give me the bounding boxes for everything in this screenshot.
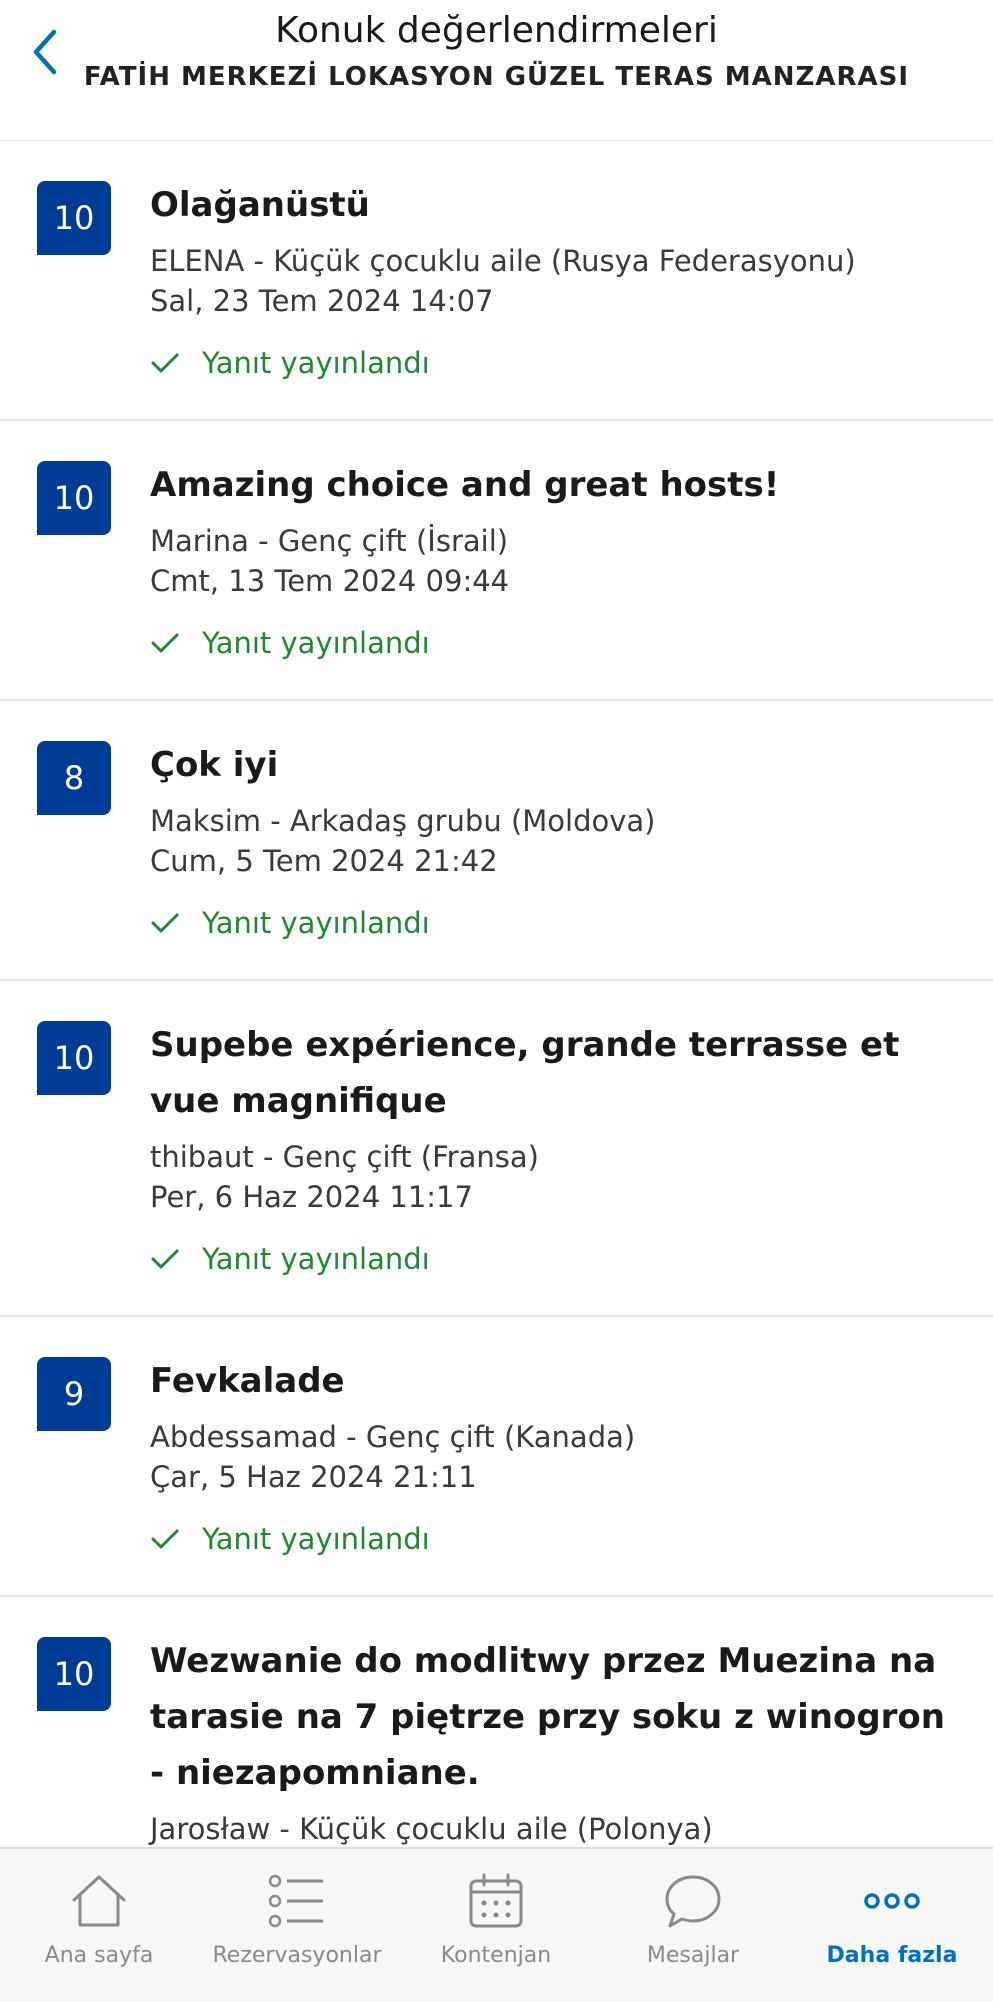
tab-availability[interactable]: Kontenjan — [401, 1849, 591, 2002]
page-title: Konuk değerlendirmeleri — [275, 10, 718, 51]
home-icon — [72, 1875, 126, 1927]
review-title: Fevkalade — [150, 1361, 345, 1401]
review-guest: Maksim - Arkadaş grubu (Moldova) — [150, 804, 656, 838]
review-title: Supebe expérience, grande terrasse et vu… — [150, 1025, 900, 1121]
more-dots-icon — [864, 1893, 920, 1909]
property-name: FATİH MERKEZİ LOKASYON GÜZEL TERAS MANZA… — [83, 62, 910, 92]
tab-label: Mesajlar — [646, 1943, 740, 1968]
review-guest: Marina - Genç çift (İsrail) — [150, 524, 509, 558]
review-score-badge: 10 — [37, 461, 111, 535]
response-status-label: Yanıt yayınlandı — [202, 1242, 430, 1276]
review-item[interactable]: 10 Olağanüstü ELENA - Küçük çocuklu aile… — [0, 141, 993, 421]
review-item[interactable]: 8 Çok iyi Maksim - Arkadaş grubu (Moldov… — [0, 701, 993, 981]
review-title: Wezwanie do modlitwy przez Muezina na ta… — [150, 1641, 945, 1793]
review-guest: ELENA - Küçük çocuklu aile (Rusya Federa… — [150, 244, 856, 278]
tab-label: Daha fazla — [826, 1943, 958, 1968]
tab-more[interactable]: Daha fazla — [797, 1849, 987, 2002]
review-item[interactable]: 10 Amazing choice and great hosts! Marin… — [0, 421, 993, 701]
review-item[interactable]: 9 Fevkalade Abdessamad - Genç çift (Kana… — [0, 1317, 993, 1597]
review-title: Olağanüstü — [150, 185, 370, 225]
review-score-badge: 10 — [37, 181, 111, 255]
review-date: Per, 6 Haz 2024 11:17 — [150, 1180, 473, 1214]
checkmark-icon — [151, 1529, 179, 1549]
review-list: 10 Olağanüstü ELENA - Küçük çocuklu aile… — [0, 141, 993, 1887]
review-date: Cmt, 13 Tem 2024 09:44 — [150, 564, 510, 598]
review-guest: Abdessamad - Genç çift (Kanada) — [150, 1420, 636, 1454]
chat-bubble-icon — [665, 1875, 721, 1928]
review-guest: thibaut - Genç çift (Fransa) — [150, 1140, 539, 1174]
response-status: Yanıt yayınlandı — [150, 903, 963, 943]
response-status-label: Yanıt yayınlandı — [202, 626, 430, 660]
tab-label: Ana sayfa — [44, 1943, 154, 1968]
tab-messages[interactable]: Mesajlar — [598, 1849, 788, 2002]
review-date: Çar, 5 Haz 2024 21:11 — [150, 1460, 477, 1494]
calendar-icon — [469, 1873, 523, 1928]
review-score-badge: 10 — [37, 1637, 111, 1711]
review-title: Amazing choice and great hosts! — [150, 465, 780, 505]
tab-home[interactable]: Ana sayfa — [4, 1849, 194, 2002]
list-icon — [268, 1874, 323, 1928]
tab-label: Kontenjan — [440, 1943, 552, 1968]
review-item[interactable]: 10 Supebe expérience, grande terrasse et… — [0, 981, 993, 1317]
tab-reservations[interactable]: Rezervasyonlar — [202, 1849, 392, 2002]
response-status: Yanıt yayınlandı — [150, 1239, 963, 1279]
review-guest: Jarosław - Küçük çocuklu aile (Polonya) — [150, 1812, 713, 1846]
bottom-tab-bar: Ana sayfa Rezervasyonlar Kontenjan Mesaj… — [0, 1847, 993, 2002]
review-score-badge: 8 — [37, 741, 111, 815]
review-item[interactable]: 10 Wezwanie do modlitwy przez Muezina na… — [0, 1597, 993, 1887]
top-nav-bar: Konuk değerlendirmeleri FATİH MERKEZİ LO… — [0, 0, 993, 142]
response-status: Yanıt yayınlandı — [150, 1519, 963, 1559]
tab-label: Rezervasyonlar — [212, 1943, 382, 1968]
review-title: Çok iyi — [150, 745, 279, 785]
review-date: Sal, 23 Tem 2024 14:07 — [150, 284, 494, 318]
review-score-badge: 10 — [37, 1021, 111, 1095]
checkmark-icon — [151, 913, 179, 933]
review-date: Cum, 5 Tem 2024 21:42 — [150, 844, 498, 878]
response-status-label: Yanıt yayınlandı — [202, 1522, 430, 1556]
checkmark-icon — [151, 353, 179, 373]
response-status-label: Yanıt yayınlandı — [202, 346, 430, 380]
response-status-label: Yanıt yayınlandı — [202, 906, 430, 940]
review-score-badge: 9 — [37, 1357, 111, 1431]
response-status: Yanıt yayınlandı — [150, 343, 963, 383]
checkmark-icon — [151, 633, 179, 653]
response-status: Yanıt yayınlandı — [150, 623, 963, 663]
checkmark-icon — [151, 1249, 179, 1269]
